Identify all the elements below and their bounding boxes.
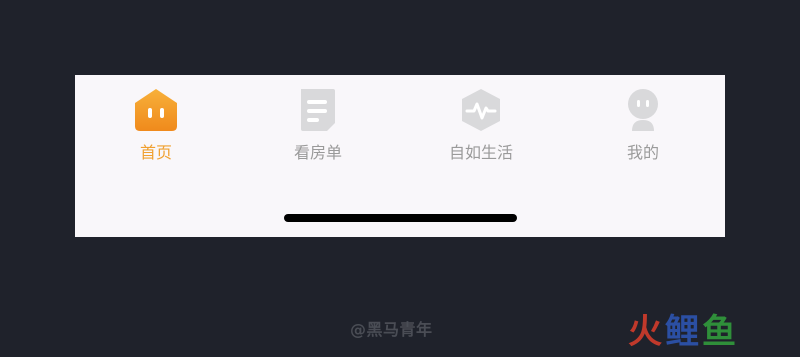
tab-home-label: 首页 xyxy=(139,143,172,162)
logo-char-2: 鲤 xyxy=(665,312,702,352)
tab-ziroom-life[interactable]: 自如生活 xyxy=(421,87,541,171)
tab-home[interactable]: 首页 xyxy=(96,87,216,171)
watermark-text: @黑马青年 xyxy=(350,320,433,339)
tab-viewing-list[interactable]: 看房单 xyxy=(258,87,378,171)
tab-mine[interactable]: 我的 xyxy=(583,87,703,171)
pulse-icon xyxy=(458,87,504,133)
logo-char-1: 火 xyxy=(628,312,665,352)
tab-bar: 首页 看房单 自如生活 我的 xyxy=(75,75,725,237)
tab-ziroom-life-label: 自如生活 xyxy=(448,143,513,162)
logo-char-3: 鱼 xyxy=(702,312,739,352)
home-icon xyxy=(133,87,179,133)
logo: 火鲤鱼 xyxy=(628,310,739,354)
document-icon xyxy=(295,87,341,133)
tab-viewing-list-label: 看房单 xyxy=(293,143,342,162)
tab-mine-label: 我的 xyxy=(626,143,659,162)
profile-icon xyxy=(620,87,666,133)
home-indicator[interactable] xyxy=(284,214,517,222)
